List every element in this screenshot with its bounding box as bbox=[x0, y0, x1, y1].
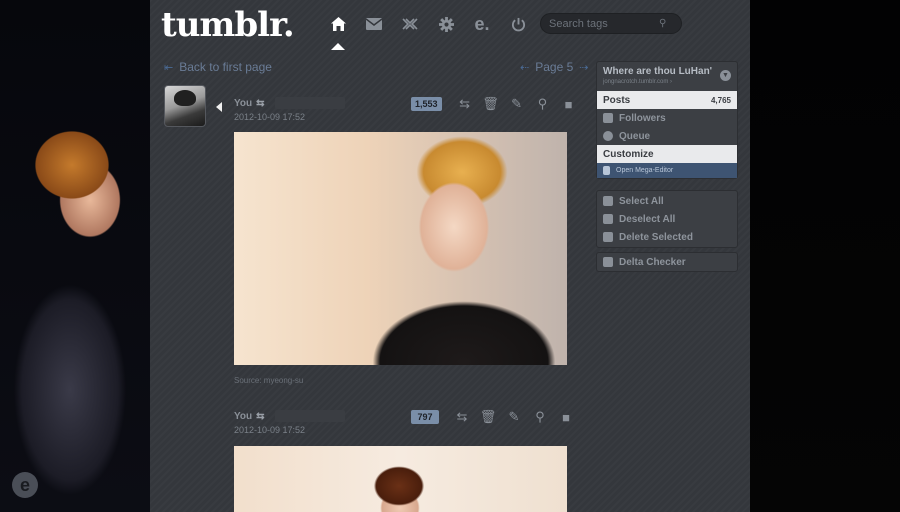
select-all-button[interactable]: Select All bbox=[597, 192, 737, 210]
post-source[interactable]: Source: myeong-su bbox=[234, 376, 303, 385]
xkit-icon[interactable] bbox=[392, 10, 428, 38]
sidebar-item-posts[interactable]: Posts 4,765 bbox=[597, 91, 737, 109]
select-checkbox-icon[interactable]: ■ bbox=[553, 410, 579, 425]
zoom-icon[interactable]: ⚲ bbox=[530, 96, 556, 112]
power-icon[interactable] bbox=[500, 10, 536, 38]
delete-selected-icon bbox=[603, 232, 613, 242]
reblog-small-icon: ⇆ bbox=[256, 97, 265, 109]
post-author[interactable]: You bbox=[234, 98, 252, 109]
post-author[interactable]: You bbox=[234, 411, 252, 422]
chevron-down-icon[interactable]: ▼ bbox=[720, 70, 731, 81]
post-date: 2012-10-09 17:52 bbox=[234, 112, 306, 122]
background-photo-left bbox=[0, 0, 150, 512]
back-link-label: Back to first page bbox=[179, 60, 272, 74]
select-all-icon bbox=[603, 196, 613, 206]
blog-name: Where are thou LuHan' bbox=[603, 66, 713, 77]
avatar-pointer-icon bbox=[216, 102, 222, 112]
delta-checker-menu: Delta Checker bbox=[596, 252, 738, 272]
sidebar-item-label: Open Mega-Editor bbox=[616, 167, 674, 174]
post-date: 2012-10-09 17:52 bbox=[234, 425, 306, 435]
next-page-arrow-icon[interactable]: ⇢ bbox=[579, 61, 588, 74]
redacted-blog-name bbox=[274, 97, 345, 109]
post-header: You ⇆ 2012-10-09 17:52 bbox=[234, 410, 345, 435]
search-box[interactable]: ⚲ bbox=[540, 13, 682, 34]
settings-icon[interactable] bbox=[428, 10, 464, 38]
edit-icon[interactable]: ✎ bbox=[504, 96, 530, 112]
sidebar-item-label: Posts bbox=[603, 94, 631, 106]
deselect-all-button[interactable]: Deselect All bbox=[597, 210, 737, 228]
post-controls: 1,553 ⇆ 🗑 ✎ ⚲ ■ bbox=[411, 96, 582, 112]
blog-selector[interactable]: Where are thou LuHan' jongnacrotch.tumbl… bbox=[597, 62, 737, 91]
tumblr-logo[interactable]: tumblr. bbox=[161, 5, 295, 45]
background-photo-right bbox=[750, 0, 900, 512]
reblog-small-icon: ⇆ bbox=[256, 410, 265, 422]
chart-icon bbox=[603, 257, 613, 267]
top-nav: e. bbox=[320, 10, 536, 50]
select-checkbox-icon[interactable]: ■ bbox=[556, 97, 582, 112]
reblog-icon[interactable]: ⇆ bbox=[452, 96, 478, 112]
delete-icon[interactable]: 🗑 bbox=[475, 409, 501, 425]
first-page-arrow-icon: ⇤ bbox=[164, 61, 174, 74]
document-icon bbox=[603, 166, 610, 175]
selection-menu: Select All Deselect All Delete Selected bbox=[596, 190, 738, 248]
post-controls: 797 ⇆ 🗑 ✎ ⚲ ■ bbox=[411, 409, 579, 425]
sidebar-item-label: Customize bbox=[603, 148, 654, 160]
blog-menu: Where are thou LuHan' jongnacrotch.tumbl… bbox=[596, 61, 738, 179]
sidebar-item-queue[interactable]: Queue bbox=[597, 127, 737, 145]
sidebar-item-label: Followers bbox=[619, 112, 666, 124]
mega-editor-icon[interactable]: e. bbox=[464, 10, 500, 38]
sidebar-item-customize[interactable]: Customize bbox=[597, 145, 737, 163]
sidebar-item-label: Delete Selected bbox=[619, 231, 693, 243]
sidebar-item-label: Deselect All bbox=[619, 213, 676, 225]
queue-icon bbox=[603, 131, 613, 141]
post-photo[interactable] bbox=[234, 446, 567, 512]
avatar[interactable] bbox=[164, 85, 206, 127]
open-mega-editor-button[interactable]: Open Mega-Editor bbox=[597, 163, 737, 178]
sidebar-item-label: Select All bbox=[619, 195, 664, 207]
reblog-icon[interactable]: ⇆ bbox=[449, 409, 475, 425]
posts-count: 4,765 bbox=[710, 95, 731, 105]
delete-selected-button[interactable]: Delete Selected bbox=[597, 228, 737, 246]
delete-icon[interactable]: 🗑 bbox=[478, 96, 504, 112]
zoom-icon[interactable]: ⚲ bbox=[527, 409, 553, 425]
back-to-first-page-link[interactable]: ⇤ Back to first page bbox=[164, 60, 272, 74]
page-number-label: Page 5 bbox=[535, 60, 574, 74]
prev-page-arrow-icon[interactable]: ⇠ bbox=[520, 61, 529, 74]
notes-count-badge[interactable]: 1,553 bbox=[411, 97, 442, 111]
post-photo[interactable] bbox=[234, 132, 567, 365]
redacted-blog-name bbox=[274, 410, 345, 422]
post-header: You ⇆ 2012-10-09 17:52 bbox=[234, 97, 345, 122]
search-input[interactable] bbox=[549, 17, 659, 30]
sidebar-item-label: Queue bbox=[619, 130, 651, 142]
home-icon[interactable] bbox=[320, 10, 356, 50]
mega-editor-floating-icon[interactable]: e bbox=[12, 472, 38, 498]
deselect-all-icon bbox=[603, 214, 613, 224]
search-icon[interactable]: ⚲ bbox=[659, 18, 666, 29]
sidebar-item-followers[interactable]: Followers bbox=[597, 109, 737, 127]
followers-icon bbox=[603, 113, 613, 123]
dashboard-panel: tumblr. e. ⚲ ⇤ Back to first page ⇠ Page… bbox=[150, 0, 750, 512]
blog-url[interactable]: jongnacrotch.tumblr.com › bbox=[603, 79, 731, 85]
page-navigation[interactable]: ⇠ Page 5 ⇢ bbox=[520, 60, 588, 74]
notes-count-badge[interactable]: 797 bbox=[411, 410, 439, 424]
delta-checker-button[interactable]: Delta Checker bbox=[597, 253, 737, 271]
edit-icon[interactable]: ✎ bbox=[501, 409, 527, 425]
mail-icon[interactable] bbox=[356, 10, 392, 38]
sidebar-item-label: Delta Checker bbox=[619, 256, 686, 268]
